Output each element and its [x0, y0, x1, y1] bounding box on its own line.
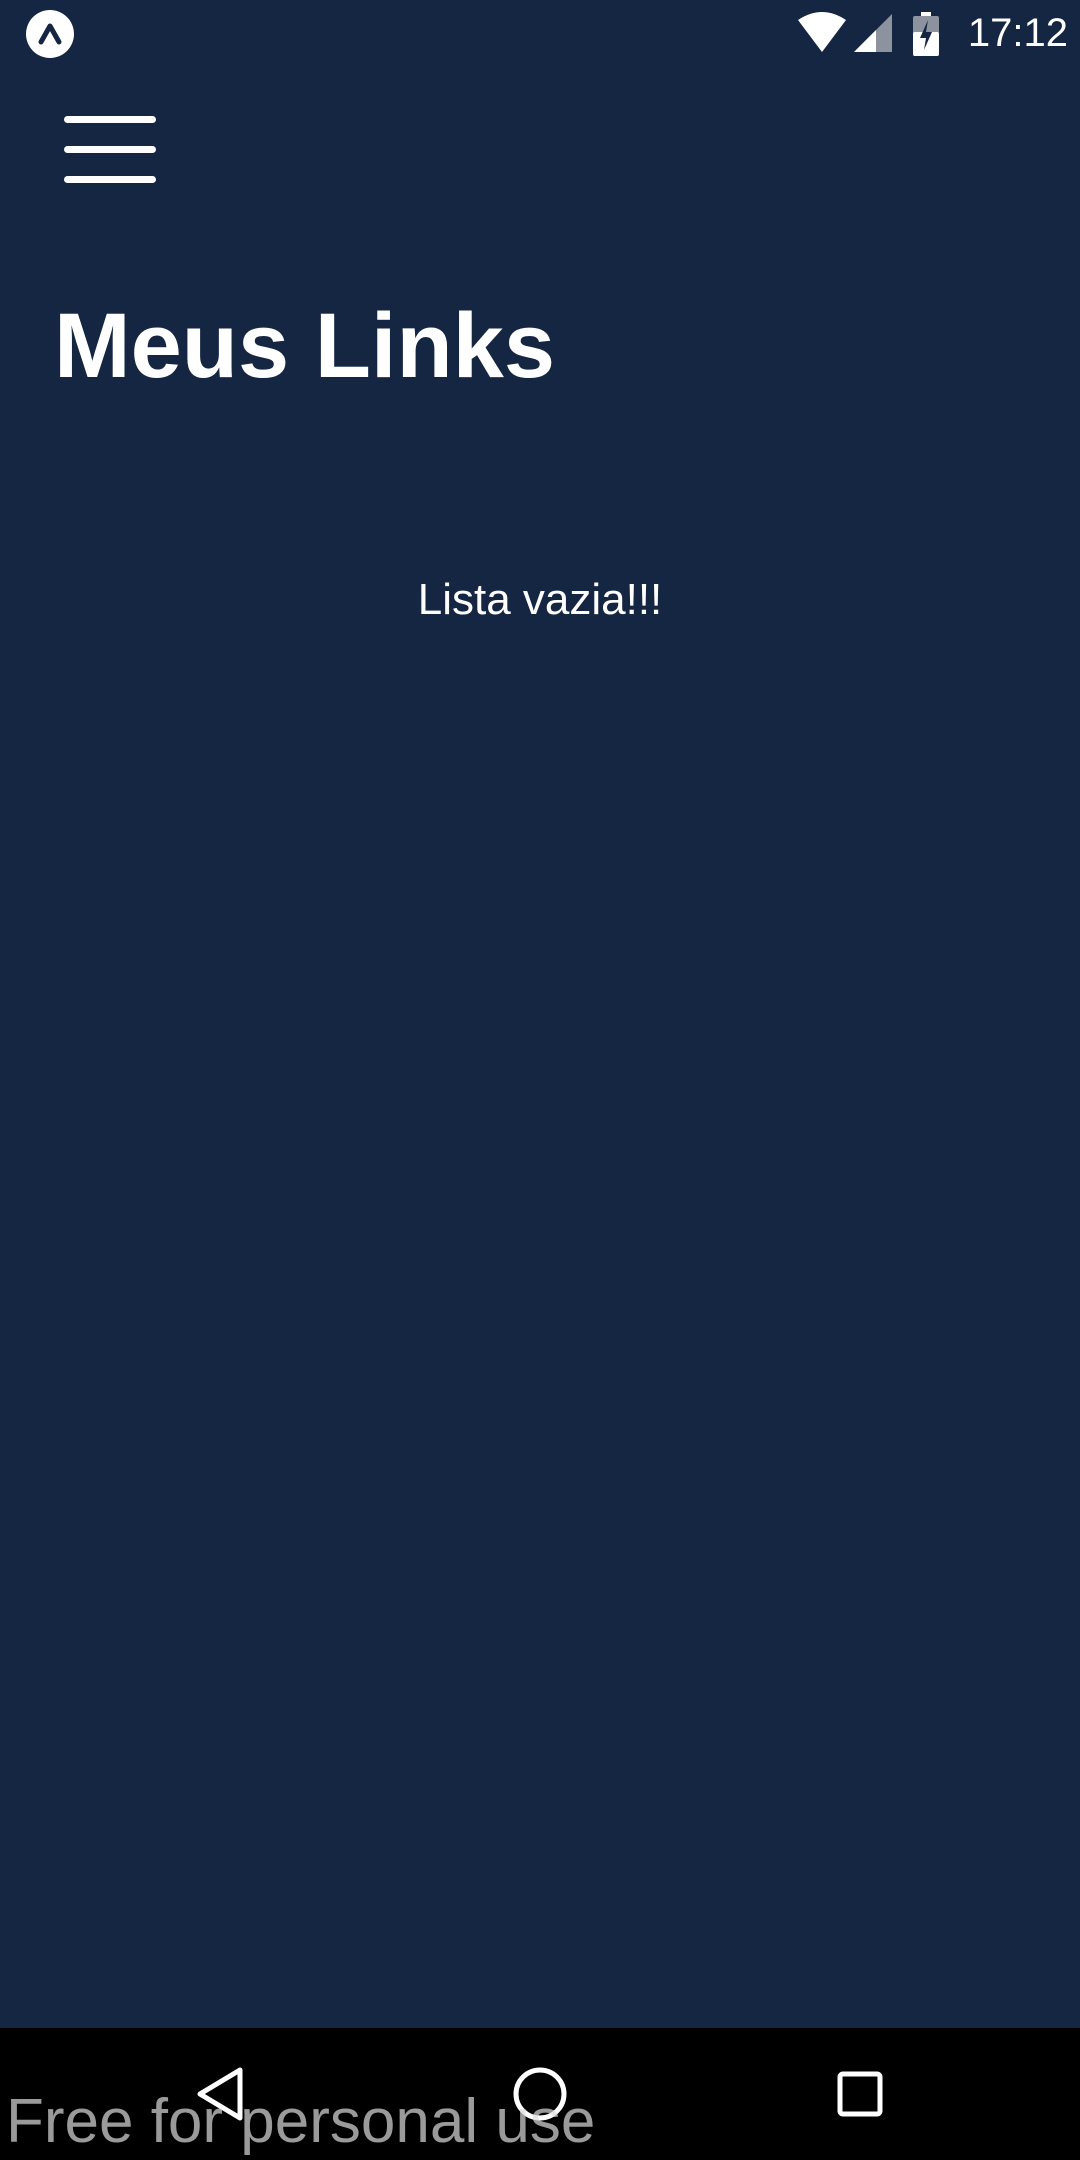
recents-icon: [837, 2071, 883, 2117]
status-bar: 17:12: [0, 0, 1080, 66]
hamburger-menu-icon[interactable]: [52, 106, 168, 192]
menu-bar-top: [64, 116, 156, 123]
back-button[interactable]: [170, 2048, 270, 2140]
navigation-bar: [0, 2028, 1080, 2160]
status-time: 17:12: [967, 11, 1068, 55]
home-icon: [513, 2067, 567, 2121]
page-title: Meus Links: [54, 295, 556, 397]
wifi-icon: [798, 12, 846, 52]
back-icon: [197, 2067, 243, 2121]
battery-charging-icon: [913, 12, 939, 56]
signal-icon: [854, 14, 892, 52]
menu-bar-bottom: [64, 176, 156, 183]
expo-icon: [26, 10, 74, 58]
recents-button[interactable]: [810, 2048, 910, 2140]
home-button[interactable]: [490, 2048, 590, 2140]
app-screen: 17:12 Meus Links Lista vazia!!! Free for…: [0, 0, 1080, 2160]
menu-bar-middle: [64, 146, 156, 153]
empty-list-message: Lista vazia!!!: [417, 575, 663, 624]
